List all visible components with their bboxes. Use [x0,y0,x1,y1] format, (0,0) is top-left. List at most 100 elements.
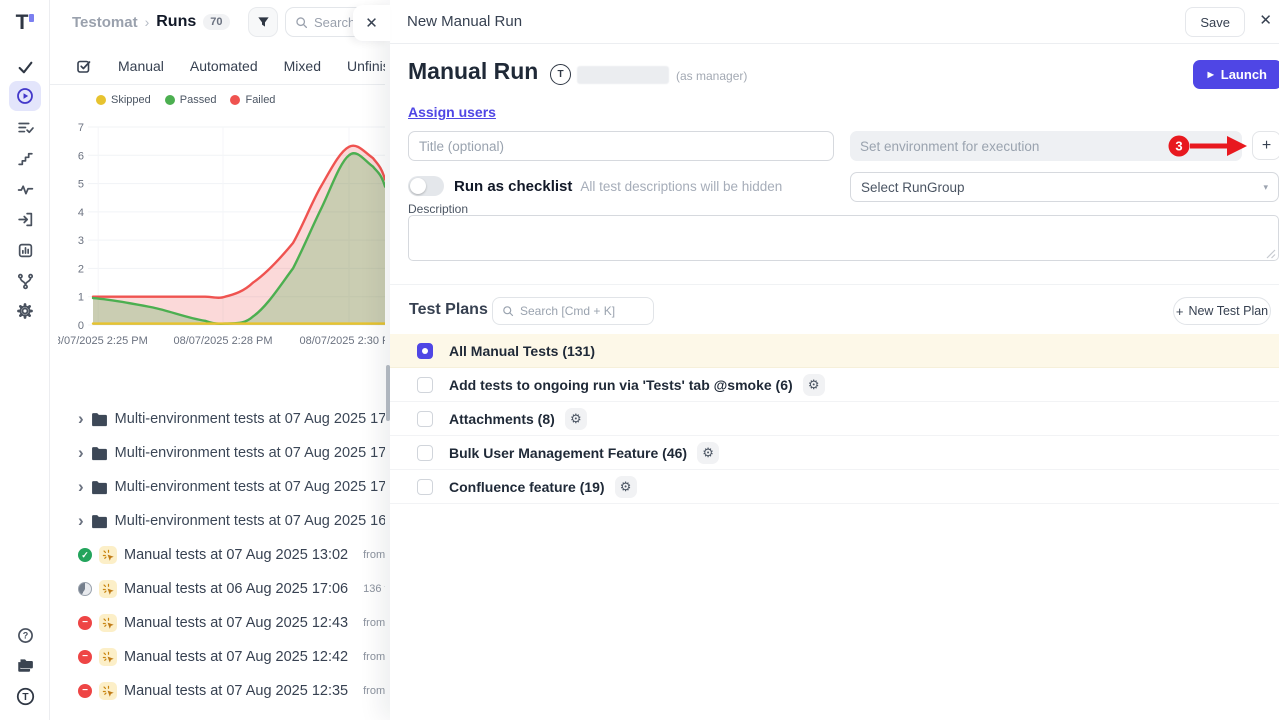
status-failed-icon: − [78,616,92,630]
sidebar-item-milestones[interactable] [9,144,41,172]
add-environment-button[interactable]: + [1252,131,1279,160]
test-plan-settings-button[interactable]: ⚙ [803,374,825,396]
import-icon [17,211,34,228]
test-plans-search-input[interactable] [520,304,635,318]
run-folder-row[interactable]: ›Multi-environment tests at 07 Aug 2025 … [50,402,385,436]
sidebar-item-branches[interactable] [9,267,41,295]
tab-unfinished[interactable]: Unfinished [347,58,385,74]
run-row[interactable]: Manual tests at 06 Aug 2025 17:06136 tes… [50,572,385,606]
sidebar-item-import[interactable] [9,205,41,233]
run-row-title: Multi-environment tests at 07 Aug 2025 1… [115,445,385,461]
sidebar-item-account[interactable]: T [9,682,41,710]
test-plan-settings-button[interactable]: ⚙ [565,408,587,430]
run-folder-row[interactable]: › Multi-environment tests at 07 Aug 2025 … [50,436,385,470]
sidebar-item-runs[interactable] [9,81,41,111]
sidebar-item-help[interactable]: ? [9,621,41,649]
filter-button[interactable] [248,7,278,37]
chevron-right-icon[interactable]: › [78,512,84,529]
run-row-title: Manual tests at 07 Aug 2025 13:02 [124,547,348,563]
folder-icon [91,446,108,461]
chevron-right-icon[interactable]: › [78,444,84,461]
assign-users-link[interactable]: Assign users [408,104,496,120]
folder-icon [91,514,108,529]
test-plans-heading: Test Plans [409,301,488,319]
account-logo-icon: T [16,687,35,706]
description-label: Description [408,202,468,216]
save-button[interactable]: Save [1185,7,1245,37]
test-plan-checkbox[interactable] [417,377,433,393]
new-test-plan-button[interactable]: + New Test Plan [1173,297,1271,325]
tab-automated[interactable]: Automated [190,58,258,74]
bar-chart-icon [17,242,34,259]
test-plan-settings-button[interactable]: ⚙ [615,476,637,498]
legend-dot [230,95,240,105]
chart-legend: Skipped Passed Failed [96,94,275,106]
test-plan-row[interactable]: Add tests to ongoing run via 'Tests' tab… [390,368,1279,402]
run-folder-row[interactable]: › Multi-environment tests at 07 Aug 2025 … [50,470,385,504]
manual-type-icon [99,682,117,700]
test-plan-row[interactable]: Confluence feature (19)⚙ [390,470,1279,504]
gear-icon [16,302,34,320]
run-as-checklist-toggle[interactable] [408,176,444,196]
run-title-input[interactable] [408,131,834,161]
toggle-knob [410,178,426,194]
breadcrumb: Testomat › Runs 70 [72,13,230,31]
svg-text:08/07/2025 2:28 PM: 08/07/2025 2:28 PM [173,335,272,347]
breadcrumb-page-title: Runs [156,13,196,31]
test-plans-list: All Manual Tests (131)Add tests to ongoi… [390,334,1279,504]
tab-manual[interactable]: Manual [118,58,164,74]
environment-input[interactable] [850,131,1242,161]
run-row-source: from Custom [363,651,385,663]
sidebar-item-reports[interactable] [9,236,41,264]
tab-mixed[interactable]: Mixed [284,58,321,74]
test-plan-row[interactable]: Attachments (8) ⚙ [390,402,1279,436]
chevron-down-icon: ▾ [1263,182,1268,193]
chevron-right-icon[interactable]: › [78,478,84,495]
sidebar-item-tests[interactable] [9,53,41,81]
legend-item-failed[interactable]: Failed [230,94,275,106]
sidebar-item-settings[interactable] [9,297,41,325]
description-textarea[interactable] [408,215,1279,261]
test-plan-label: Bulk User Management Feature (46) [449,445,687,461]
panel-close-tab[interactable]: ✕ [353,5,390,41]
launch-button[interactable]: ▶ Launch [1193,60,1279,89]
run-row[interactable]: −Manual tests at 07 Aug 2025 12:42from C… [50,640,385,674]
rungroup-select[interactable]: Select RunGroup ▾ [850,172,1279,202]
run-folder-row[interactable]: ›Multi-environment tests at 07 Aug 2025 … [50,504,385,538]
chevron-right-icon[interactable]: › [78,410,84,427]
test-plan-checkbox[interactable] [417,445,433,461]
folders-icon [16,656,34,674]
close-icon[interactable]: ✕ [1259,13,1272,28]
legend-dot [96,95,106,105]
test-plan-label: Attachments (8) [449,411,555,427]
test-plan-settings-button[interactable]: ⚙ [697,442,719,464]
run-row[interactable]: −Manual tests at 07 Aug 2025 12:43from C… [50,606,385,640]
test-plan-row[interactable]: Bulk User Management Feature (46) ⚙ [390,436,1279,470]
manual-type-icon [99,546,117,564]
sidebar-item-analytics[interactable] [9,175,41,203]
manual-run-icon [102,549,115,562]
test-plan-checkbox[interactable] [417,479,433,495]
sidebar-item-test-plans[interactable] [9,113,41,141]
app-logo[interactable]: T [0,8,50,38]
breadcrumb-project[interactable]: Testomat [72,14,138,31]
test-plan-checkbox[interactable] [417,343,433,359]
checklist-labels: Run as checklist All test descriptions w… [454,176,782,196]
run-row[interactable]: −Manual tests at 07 Aug 2025 12:35from C… [50,674,385,708]
run-row-source: from Custom [363,685,385,697]
sidebar-item-projects[interactable] [9,651,41,679]
manual-type-icon [99,580,117,598]
test-plan-row[interactable]: All Manual Tests (131) [390,334,1279,368]
select-checkbox-icon[interactable] [76,58,92,74]
svg-text:0: 0 [78,320,84,332]
run-row-title: Manual tests at 07 Aug 2025 12:35 [124,683,348,699]
run-row-title: Multi-environment tests at 07 Aug 2025 1… [115,479,385,495]
manager-avatar: T [550,64,571,85]
test-plan-checkbox[interactable] [417,411,433,427]
branch-icon [17,273,34,290]
manual-type-icon [99,614,117,632]
legend-item-skipped[interactable]: Skipped [96,94,151,106]
manual-run-icon [102,583,115,596]
run-row[interactable]: ✓Manual tests at 07 Aug 2025 13:02from C… [50,538,385,572]
legend-item-passed[interactable]: Passed [165,94,217,106]
